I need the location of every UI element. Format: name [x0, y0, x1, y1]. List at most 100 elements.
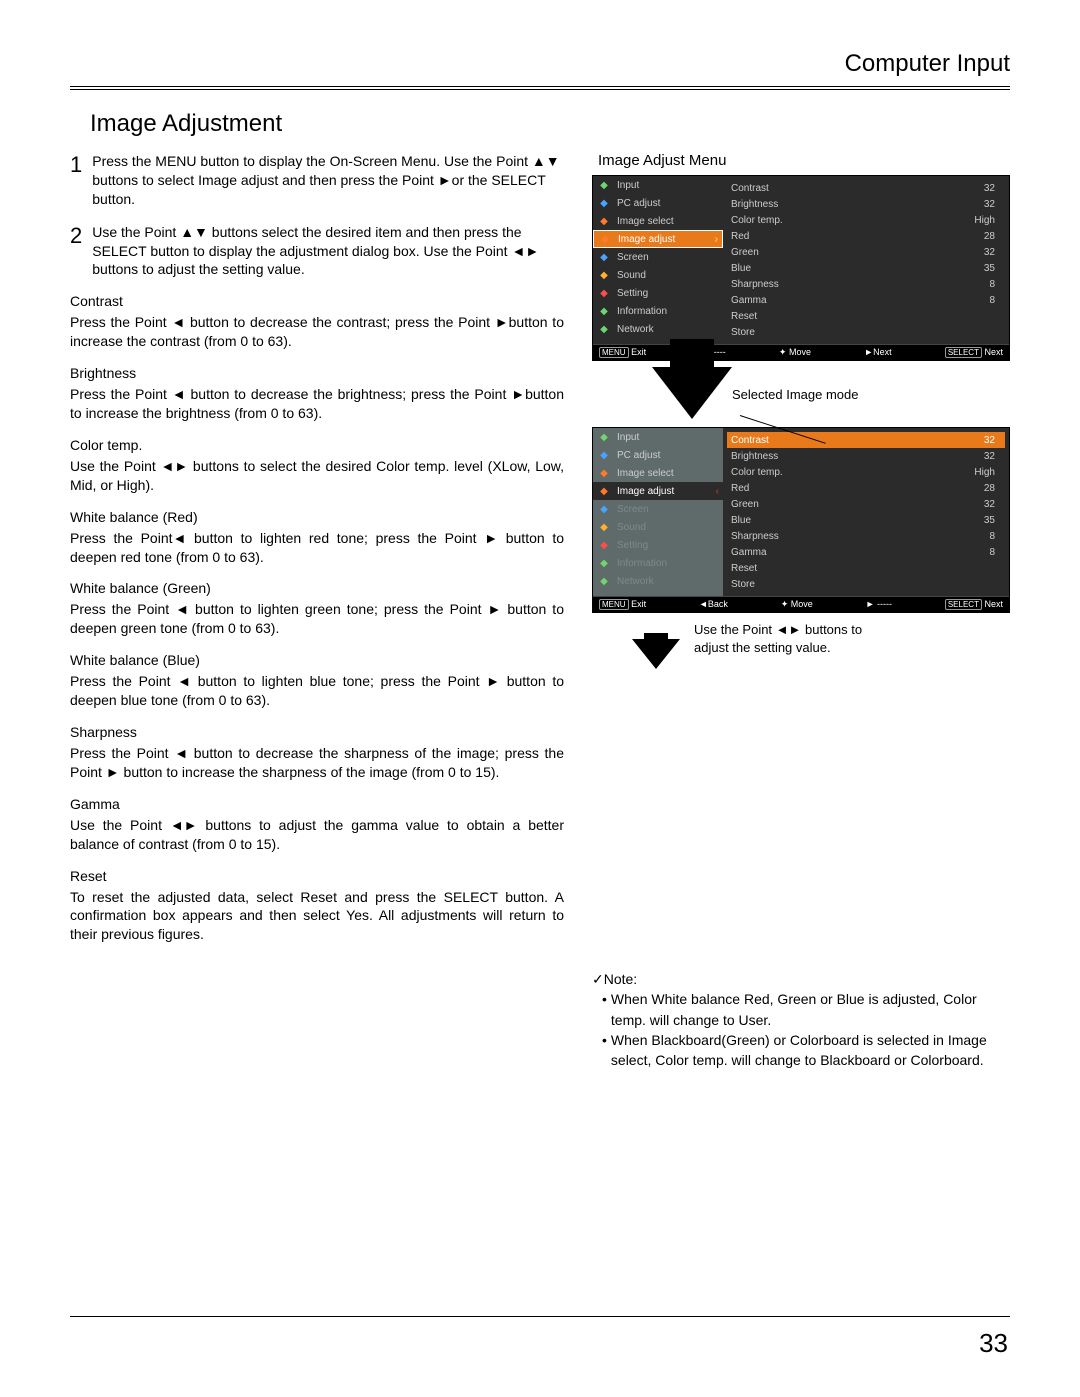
- page-number: 33: [979, 1328, 1008, 1359]
- osd-menu-item: ◆Setting: [593, 536, 723, 554]
- param-block: Sharpness Press the Point ◄ button to de…: [70, 724, 564, 782]
- menu-label: Network: [617, 576, 654, 587]
- row-value: 8: [989, 295, 1001, 306]
- footer-rule: [70, 1316, 1010, 1317]
- menu-label: Setting: [617, 540, 648, 551]
- page-title: Image Adjustment: [90, 110, 1010, 138]
- selected-mode-caption: Selected Image mode: [732, 387, 858, 402]
- menu-label: Screen: [617, 504, 649, 515]
- param-block: Contrast Press the Point ◄ button to dec…: [70, 293, 564, 351]
- menu-icon: ◆: [597, 449, 611, 461]
- row-value: 32: [984, 451, 1001, 462]
- menu-icon: ◆: [597, 575, 611, 587]
- osd-menu-item: ◆Image select: [593, 464, 723, 482]
- param-title: Gamma: [70, 796, 564, 812]
- note-block: ✓Note: •When White balance Red, Green or…: [592, 969, 1010, 1070]
- menu-icon: ◆: [597, 503, 611, 515]
- step-number: 1: [70, 152, 82, 209]
- param-body: Press the Point ◄ button to decrease the…: [70, 385, 564, 423]
- menu-icon: ◆: [597, 521, 611, 533]
- osd-menu-item: ◆Network: [593, 320, 723, 338]
- menu-icon: ◆: [597, 269, 611, 281]
- row-label: Red: [731, 483, 749, 494]
- osd-menu-item: ◆PC adjust: [593, 194, 723, 212]
- osd-value-row: Red 28: [731, 228, 1001, 244]
- osd-menu-item: ◆Information: [593, 302, 723, 320]
- row-value: High: [974, 215, 1001, 226]
- row-label: Brightness: [731, 451, 778, 462]
- menu-label: PC adjust: [617, 198, 660, 209]
- step: 1 Press the MENU button to display the O…: [70, 152, 564, 209]
- row-label: Blue: [731, 263, 751, 274]
- illustration-column: Image Adjust Menu ◆Input◆PC adjust◆Image…: [592, 152, 1010, 1070]
- osd-menu-item: ◆PC adjust: [593, 446, 723, 464]
- osd-menu-item: ◆Sound: [593, 518, 723, 536]
- row-value: 35: [984, 263, 1001, 274]
- osd-menu-item: ◆Image adjust›: [593, 230, 723, 248]
- statusbar-item: MENU Exit: [599, 347, 646, 358]
- param-body: Press the Point ◄ button to decrease the…: [70, 744, 564, 782]
- row-value: 28: [984, 483, 1001, 494]
- osd-menu-item: ◆ Sound: [593, 266, 723, 284]
- row-value: High: [974, 467, 1001, 478]
- instructions-column: 1 Press the MENU button to display the O…: [70, 152, 564, 1070]
- arrow-down-icon: [652, 367, 732, 419]
- param-block: White balance (Blue) Press the Point ◄ b…: [70, 652, 564, 710]
- menu-label: Network: [617, 324, 654, 335]
- statusbar-item: SELECT Next: [945, 347, 1003, 358]
- step-number: 2: [70, 223, 82, 280]
- row-value: 28: [984, 231, 1001, 242]
- row-label: Reset: [731, 311, 757, 322]
- row-value: 35: [984, 515, 1001, 526]
- row-value: 32: [984, 199, 1001, 210]
- osd-value-row: Color temp. High: [731, 212, 1001, 228]
- osd-value-row: Sharpness8: [731, 276, 1001, 292]
- param-body: To reset the adjusted data, select Reset…: [70, 888, 564, 945]
- statusbar-item: ◄Back: [699, 599, 728, 610]
- statusbar-item: ►Next: [864, 347, 891, 358]
- row-label: Sharpness: [731, 279, 779, 290]
- step-text: Use the Point ▲▼ buttons select the desi…: [92, 223, 564, 280]
- menu-label: Information: [617, 558, 667, 569]
- header-rule: [70, 86, 1010, 90]
- osd-value-row: Store: [731, 324, 1001, 340]
- row-label: Green: [731, 499, 759, 510]
- row-value: 32: [984, 499, 1001, 510]
- menu-label: Information: [617, 306, 667, 317]
- param-block: White balance (Red) Press the Point◄ but…: [70, 509, 564, 567]
- osd-value-row: Reset: [731, 560, 1001, 576]
- menu-label: Image select: [617, 468, 674, 479]
- osd-value-row: Red 28: [731, 480, 1001, 496]
- row-label: Reset: [731, 563, 757, 574]
- row-label: Red: [731, 231, 749, 242]
- row-label: Color temp.: [731, 215, 783, 226]
- section-header: Computer Input: [70, 50, 1010, 78]
- menu-label: Screen: [617, 252, 649, 263]
- osd-menu-item: ◆ Screen: [593, 500, 723, 518]
- menu-label: Image adjust: [618, 234, 675, 245]
- menu-icon: ◆: [597, 251, 611, 263]
- param-body: Use the Point ◄► buttons to select the d…: [70, 457, 564, 495]
- row-value: 8: [989, 547, 1001, 558]
- osd-menu-item: ◆ Network: [593, 572, 723, 590]
- statusbar-item: ✦ Move: [781, 599, 813, 610]
- osd-panel-2: ◆Input◆PC adjust◆Image select◆Image adju…: [592, 427, 1010, 613]
- row-label: Store: [731, 579, 755, 590]
- osd-title: Image Adjust Menu: [598, 152, 1010, 169]
- statusbar-item: ✦ Move: [779, 347, 811, 358]
- osd-value-row: Blue35: [731, 512, 1001, 528]
- point-caption: Use the Point ◄► buttons to adjust the s…: [694, 621, 874, 656]
- osd-menu-item: ◆ Screen: [593, 248, 723, 266]
- menu-icon: ◆: [597, 431, 611, 443]
- osd-value-row: Color temp.High: [731, 464, 1001, 480]
- menu-label: Image select: [617, 216, 674, 227]
- param-body: Press the Point ◄ button to lighten blue…: [70, 672, 564, 710]
- param-title: Brightness: [70, 365, 564, 381]
- note-head: ✓Note:: [592, 969, 1010, 989]
- param-title: Sharpness: [70, 724, 564, 740]
- osd-statusbar: MENU Exit◄ -----✦ Move►NextSELECT Next: [593, 344, 1009, 360]
- menu-label: Sound: [617, 270, 646, 281]
- menu-icon: ◆: [597, 287, 611, 299]
- osd-panel-1: ◆Input◆PC adjust◆Image select◆Image adju…: [592, 175, 1010, 361]
- osd-value-row: Gamma8: [731, 292, 1001, 308]
